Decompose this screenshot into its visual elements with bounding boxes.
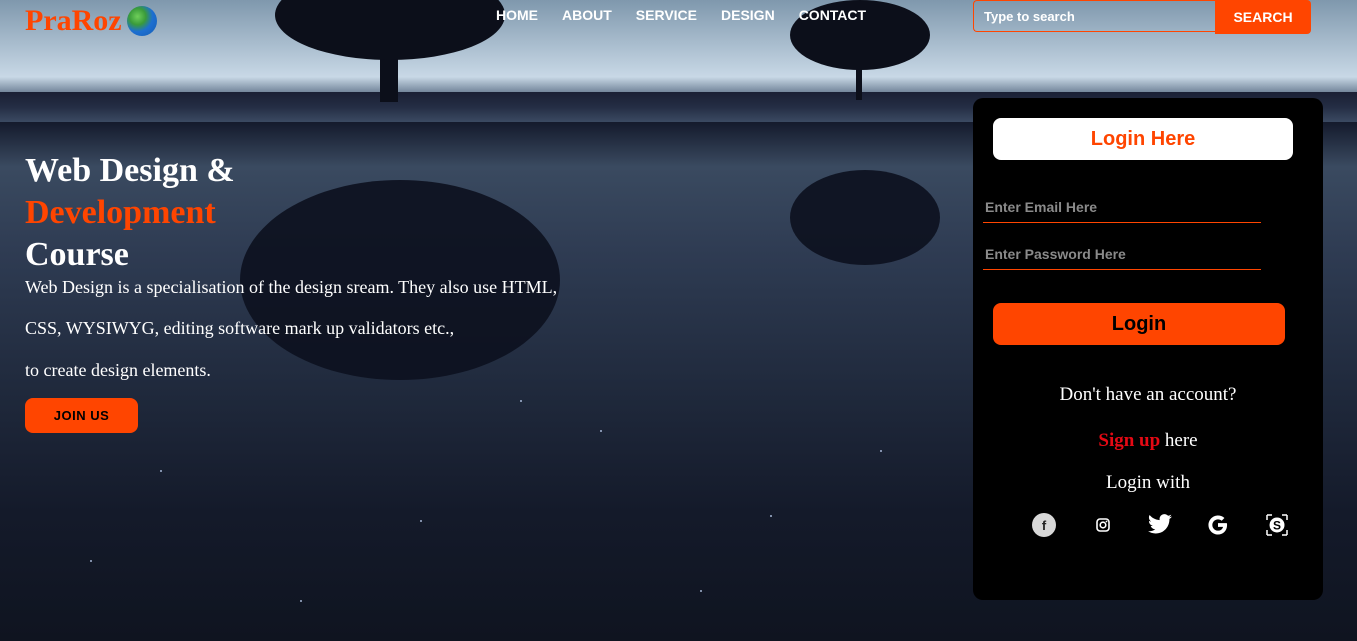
- hero-title: Web Design & Development Course: [25, 150, 235, 276]
- main-nav: HOME ABOUT SERVICE DESIGN CONTACT: [496, 7, 866, 23]
- svg-text:f: f: [1042, 518, 1047, 533]
- search-input[interactable]: [973, 0, 1215, 32]
- star: [700, 590, 702, 592]
- hero-paragraph-line3: to create design elements.: [25, 360, 211, 380]
- signup-link[interactable]: Sign up: [1098, 430, 1160, 451]
- hero-title-line3: Course: [25, 236, 129, 273]
- password-field[interactable]: [983, 238, 1261, 270]
- email-field[interactable]: [983, 191, 1261, 223]
- star: [520, 400, 522, 402]
- nav-service[interactable]: SERVICE: [636, 7, 697, 23]
- signup-line: Sign up here: [973, 430, 1323, 452]
- star: [770, 515, 772, 517]
- hero-section: Web Design & Development Course Web Desi…: [25, 150, 557, 380]
- nav-contact[interactable]: CONTACT: [799, 7, 866, 23]
- hero-paragraph-line1: Web Design is a specialisation of the de…: [25, 277, 558, 297]
- search-bar: SEARCH: [973, 0, 1313, 34]
- star: [300, 600, 302, 602]
- twitter-icon[interactable]: [1146, 511, 1174, 539]
- hero-paragraph-line2: CSS, WYSIWYG, editing software mark up v…: [25, 318, 455, 338]
- globe-icon: [126, 6, 157, 36]
- star: [420, 520, 422, 522]
- skype-icon[interactable]: S: [1263, 511, 1291, 539]
- star: [600, 430, 602, 432]
- brand-name: PraRoz: [25, 4, 122, 37]
- nav-design[interactable]: DESIGN: [721, 7, 775, 23]
- star: [160, 470, 162, 472]
- join-us-button[interactable]: JOIN US: [25, 398, 138, 433]
- star: [880, 450, 882, 452]
- hero-title-line2: Development: [25, 194, 216, 231]
- signup-suffix: here: [1164, 430, 1198, 451]
- brand-logo[interactable]: PraRoz: [25, 4, 157, 38]
- nav-about[interactable]: ABOUT: [562, 7, 612, 23]
- svg-text:S: S: [1273, 519, 1281, 533]
- tree-reflection: [790, 170, 940, 265]
- nav-home[interactable]: HOME: [496, 7, 538, 23]
- star: [90, 560, 92, 562]
- hero-title-line1: Web Design &: [25, 152, 235, 189]
- search-button[interactable]: SEARCH: [1215, 0, 1311, 34]
- google-icon[interactable]: [1204, 511, 1232, 539]
- login-card-title: Login Here: [993, 118, 1293, 160]
- facebook-icon[interactable]: f: [1030, 511, 1058, 539]
- instagram-icon[interactable]: [1089, 511, 1117, 539]
- login-button[interactable]: Login: [993, 303, 1285, 345]
- no-account-text: Don't have an account?: [1059, 384, 1237, 405]
- login-with-text: Login with: [1106, 472, 1190, 493]
- login-card: Login Here Login Don't have an account? …: [973, 98, 1323, 600]
